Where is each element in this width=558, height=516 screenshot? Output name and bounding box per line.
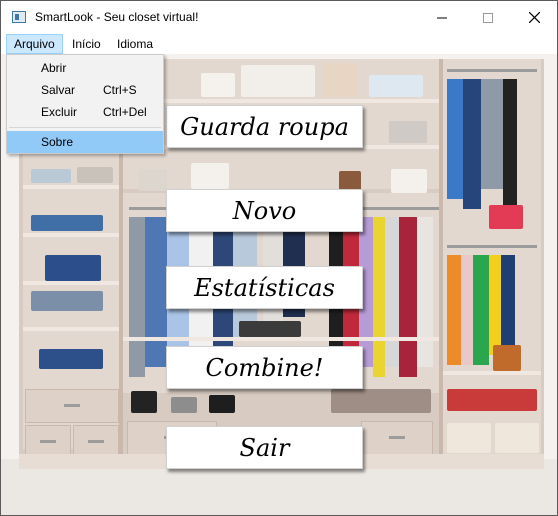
- hanging-clothes: [461, 255, 473, 365]
- shoes: [209, 395, 235, 413]
- drawer: [73, 425, 119, 457]
- sair-button[interactable]: Sair: [166, 426, 363, 469]
- combine-button[interactable]: Combine!: [166, 346, 363, 389]
- drawer: [361, 421, 433, 455]
- hanging-clothes: [503, 79, 517, 209]
- shoe-shelf: [123, 337, 439, 341]
- storage-box: [495, 423, 539, 453]
- arquivo-dropdown-menu: Abrir Salvar Ctrl+S Excluir Ctrl+Del Sob…: [6, 54, 164, 154]
- menu-item-salvar[interactable]: Salvar Ctrl+S: [7, 79, 163, 101]
- drawer: [25, 425, 71, 457]
- shoes: [447, 389, 537, 411]
- storage-box: [323, 63, 357, 97]
- shelf: [23, 185, 119, 189]
- hanging-clothes: [373, 217, 385, 377]
- hanging-clothes: [399, 217, 417, 377]
- shoes: [239, 321, 301, 337]
- hat-box: [201, 73, 235, 97]
- clothes-rail: [447, 245, 537, 248]
- menu-item-shortcut: Ctrl+Del: [103, 105, 147, 119]
- window-title: SmartLook - Seu closet virtual!: [35, 10, 199, 24]
- folded-clothes: [31, 169, 71, 183]
- folded-jeans: [31, 215, 103, 231]
- menu-separator: [9, 127, 161, 128]
- minimize-button[interactable]: [419, 1, 465, 34]
- storage-basket: [39, 349, 103, 369]
- minimize-icon: [437, 17, 447, 18]
- hanging-clothes: [129, 217, 145, 377]
- menu-arquivo[interactable]: Arquivo: [6, 34, 63, 54]
- shoe-shelf: [443, 371, 541, 375]
- guarda-roupa-button[interactable]: Guarda roupa: [166, 105, 363, 148]
- shoes: [171, 397, 197, 413]
- hanging-clothes: [489, 255, 501, 355]
- hanging-clothes: [447, 79, 463, 199]
- hanging-clothes: [447, 255, 461, 365]
- close-button[interactable]: [511, 1, 557, 34]
- hat-box: [391, 169, 427, 193]
- hanging-clothes: [463, 79, 481, 209]
- pillow: [369, 75, 423, 97]
- hanging-clothes: [385, 217, 399, 367]
- estatisticas-button[interactable]: Estatísticas: [166, 266, 363, 309]
- menu-bar: Arquivo Início Idioma: [1, 34, 557, 54]
- title-bar[interactable]: SmartLook - Seu closet virtual!: [1, 1, 557, 34]
- storage-box: [447, 423, 491, 453]
- shelf: [23, 281, 119, 285]
- folded-blankets: [241, 65, 315, 97]
- app-icon: [12, 11, 26, 23]
- hanging-clothes: [481, 79, 503, 189]
- hat-box: [389, 121, 427, 143]
- folded-clothes: [31, 291, 103, 311]
- handbag: [493, 345, 521, 371]
- menu-inicio[interactable]: Início: [65, 34, 108, 54]
- menu-item-label: Salvar: [41, 83, 76, 97]
- hanging-clothes: [473, 255, 489, 365]
- hat-box: [191, 163, 229, 189]
- shelf: [23, 233, 119, 237]
- shoes: [331, 389, 431, 413]
- shelf: [123, 99, 439, 103]
- menu-item-sobre[interactable]: Sobre: [7, 131, 163, 153]
- clothes-rail: [447, 69, 537, 72]
- storage-box: [45, 255, 101, 281]
- folded-clothes: [77, 167, 113, 183]
- menu-item-label: Abrir: [41, 61, 67, 75]
- menu-item-abrir[interactable]: Abrir: [7, 57, 163, 79]
- menu-item-excluir[interactable]: Excluir Ctrl+Del: [7, 101, 163, 123]
- basket: [139, 169, 167, 191]
- hanging-clothes: [417, 217, 433, 367]
- menu-item-label: Excluir: [41, 105, 78, 119]
- maximize-icon: [483, 12, 493, 23]
- menu-idioma[interactable]: Idioma: [110, 34, 160, 54]
- drawer: [25, 389, 119, 423]
- maximize-button[interactable]: [465, 1, 511, 34]
- handbag: [489, 205, 523, 229]
- menu-item-shortcut: Ctrl+S: [103, 83, 137, 97]
- close-icon: [528, 12, 540, 23]
- shoes: [131, 391, 157, 413]
- hanging-clothes: [145, 217, 167, 367]
- hanging-clothes: [501, 255, 515, 355]
- shelf: [23, 327, 119, 331]
- closet-panel: [439, 59, 443, 469]
- app-window: SmartLook - Seu closet virtual! Arquivo …: [0, 0, 558, 516]
- novo-button[interactable]: Novo: [166, 189, 363, 232]
- menu-item-label: Sobre: [41, 135, 74, 149]
